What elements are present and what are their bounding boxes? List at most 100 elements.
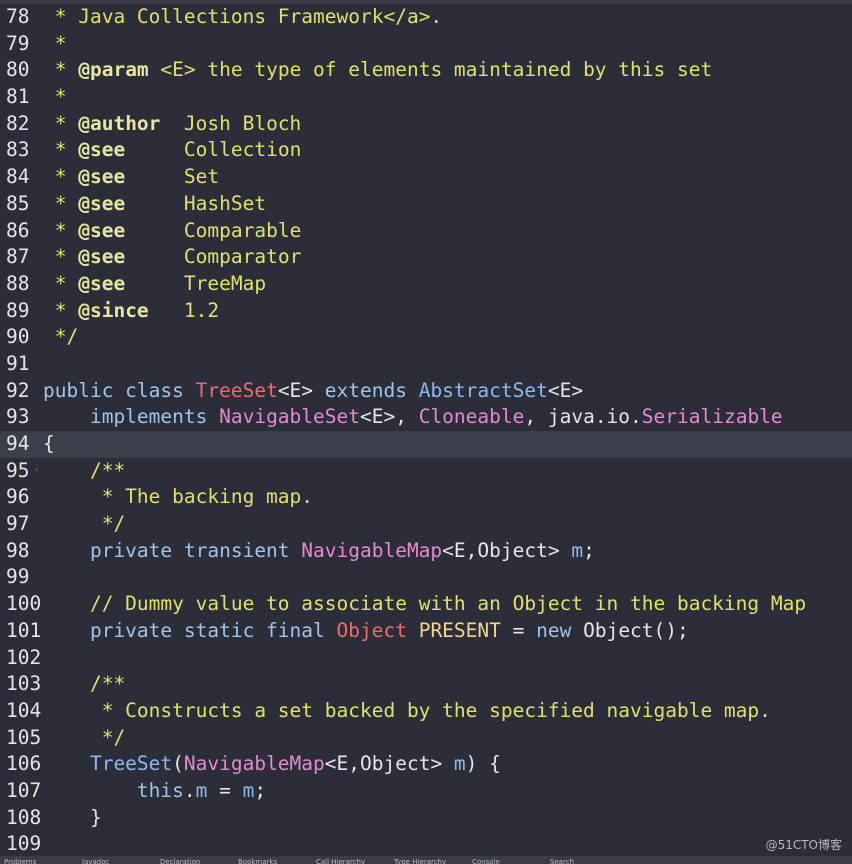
code-line[interactable]: 82 * @author Josh Bloch	[0, 111, 852, 138]
fold-toggle-icon[interactable]: ◦	[34, 671, 39, 698]
code-line[interactable]: 79 *	[0, 31, 852, 58]
code-text: * @see Comparator	[43, 244, 302, 271]
line-number: 88	[6, 271, 30, 295]
code-line[interactable]: 95 ◦ /**	[0, 458, 852, 485]
code-token: HashSet	[125, 191, 267, 215]
code-line[interactable]: 99	[0, 564, 852, 591]
code-line[interactable]: 102	[0, 645, 852, 672]
code-line-current[interactable]: 94 {	[0, 431, 852, 458]
code-line[interactable]: 108 }	[0, 805, 852, 832]
code-token: TreeSet	[195, 378, 278, 402]
bottom-tab[interactable]: Console	[472, 858, 532, 864]
code-line[interactable]: 93 implements NavigableSet<E>, Cloneable…	[0, 404, 852, 431]
code-line[interactable]: 105 */	[0, 725, 852, 752]
code-line[interactable]: 78 * Java Collections Framework</a>.	[0, 4, 852, 31]
code-token: @author	[78, 111, 161, 135]
code-line[interactable]: 80 * @param <E> the type of elements mai…	[0, 57, 852, 84]
code-text: */	[43, 511, 126, 538]
code-token: * Java Collections Framework</a>.	[43, 5, 443, 28]
code-token: @since	[78, 298, 149, 322]
bottom-tab[interactable]: Type Hierarchy	[394, 858, 454, 864]
code-line[interactable]: 96 * The backing map.	[0, 484, 852, 511]
code-line[interactable]: 100 // Dummy value to associate with an …	[0, 591, 852, 618]
line-number: 93	[6, 405, 30, 429]
code-line[interactable]: 97 */	[0, 511, 852, 538]
code-text: implements NavigableSet<E>, Cloneable, j…	[43, 404, 783, 431]
code-line[interactable]: 90 */	[0, 324, 852, 351]
code-editor[interactable]: 78 * Java Collections Framework</a>. 79 *…	[0, 4, 852, 855]
line-number: 81	[6, 85, 30, 109]
line-number: 104	[6, 698, 42, 722]
fold-toggle-icon[interactable]: ◦	[34, 751, 39, 778]
code-line[interactable]: 87 * @see Comparator	[0, 244, 852, 271]
code-token: <E>,	[360, 405, 419, 429]
code-token: <E,Object>	[442, 538, 572, 562]
line-number: 108	[6, 805, 42, 829]
code-line[interactable]: 85 * @see HashSet	[0, 191, 852, 218]
bottom-tab[interactable]: Call Hierarchy	[316, 858, 376, 864]
code-line[interactable]: 86 * @see Comparable	[0, 218, 852, 245]
code-token: * The backing map.	[43, 485, 314, 509]
line-number: 107	[6, 778, 42, 802]
code-line[interactable]: 88 * @see TreeMap	[0, 271, 852, 298]
code-token: *	[43, 298, 79, 322]
code-line[interactable]: 104 * Constructs a set backed by the spe…	[0, 698, 852, 725]
line-number: 79	[6, 31, 30, 55]
code-line[interactable]: 83 * @see Collection	[0, 137, 852, 164]
code-text: * @since 1.2	[43, 298, 219, 325]
code-text: * Constructs a set backed by the specifi…	[43, 698, 771, 725]
code-text: * @see Collection	[43, 137, 302, 164]
code-token: public class	[43, 378, 196, 402]
code-token: @see	[78, 165, 126, 189]
bottom-tab[interactable]: Declaration	[160, 858, 220, 864]
code-token: <E,Object>	[324, 752, 454, 776]
code-text: *	[43, 84, 67, 111]
code-token: *	[43, 271, 79, 295]
fold-toggle-icon[interactable]: ◦	[34, 458, 39, 485]
code-text: * @see Comparable	[43, 218, 302, 245]
code-token: private static final	[43, 618, 337, 642]
code-token: *	[43, 31, 67, 55]
line-number: 96	[6, 485, 30, 509]
code-token: 1.2	[148, 298, 220, 322]
bottom-tab[interactable]: Bookmarks	[238, 858, 298, 864]
code-token: NavigableMap	[301, 538, 443, 562]
code-line[interactable]: 89 * @since 1.2	[0, 298, 852, 325]
code-token: *	[43, 138, 79, 162]
code-line[interactable]: 101 private static final Object PRESENT …	[0, 618, 852, 645]
line-number: 78	[6, 5, 30, 28]
code-line[interactable]: 81 *	[0, 84, 852, 111]
code-token: NavigableMap	[183, 752, 325, 776]
code-text: */	[43, 725, 126, 752]
code-token: *	[43, 245, 79, 269]
line-number: 87	[6, 245, 30, 269]
code-line[interactable]: 106 ◦ TreeSet(NavigableMap<E,Object> m) {	[0, 751, 852, 778]
code-token: // Dummy value to associate with an Obje…	[43, 592, 807, 616]
code-line[interactable]: 107 this.m = m;	[0, 778, 852, 805]
code-token: , java.io.	[524, 405, 642, 429]
code-line[interactable]: 91	[0, 351, 852, 378]
code-token: /**	[43, 458, 126, 482]
code-token: (	[172, 752, 184, 776]
code-token: *	[43, 85, 67, 109]
code-token: new	[536, 618, 584, 642]
bottom-tab[interactable]: Search	[550, 858, 610, 864]
bottom-tab[interactable]: Problems	[4, 858, 64, 864]
code-token: Set	[125, 165, 220, 189]
code-text: */	[43, 324, 79, 351]
line-number: 92	[6, 378, 30, 402]
code-token: @see	[78, 191, 126, 215]
code-text: * @param <E> the type of elements mainta…	[43, 57, 712, 84]
code-token: @see	[78, 138, 126, 162]
code-line[interactable]: 98 private transient NavigableMap<E,Obje…	[0, 538, 852, 565]
code-text: * Java Collections Framework</a>.	[43, 4, 442, 31]
code-line[interactable]: 84 * @see Set	[0, 164, 852, 191]
code-token: m	[195, 778, 208, 802]
code-line[interactable]: 109	[0, 831, 852, 858]
code-token: <E>	[277, 378, 325, 402]
line-number: 99	[6, 565, 30, 589]
code-line[interactable]: 103 ◦ /**	[0, 671, 852, 698]
line-number: 80	[6, 58, 30, 82]
code-line[interactable]: 92 public class TreeSet<E> extends Abstra…	[0, 378, 852, 405]
bottom-tab[interactable]: Javadoc	[82, 858, 142, 864]
